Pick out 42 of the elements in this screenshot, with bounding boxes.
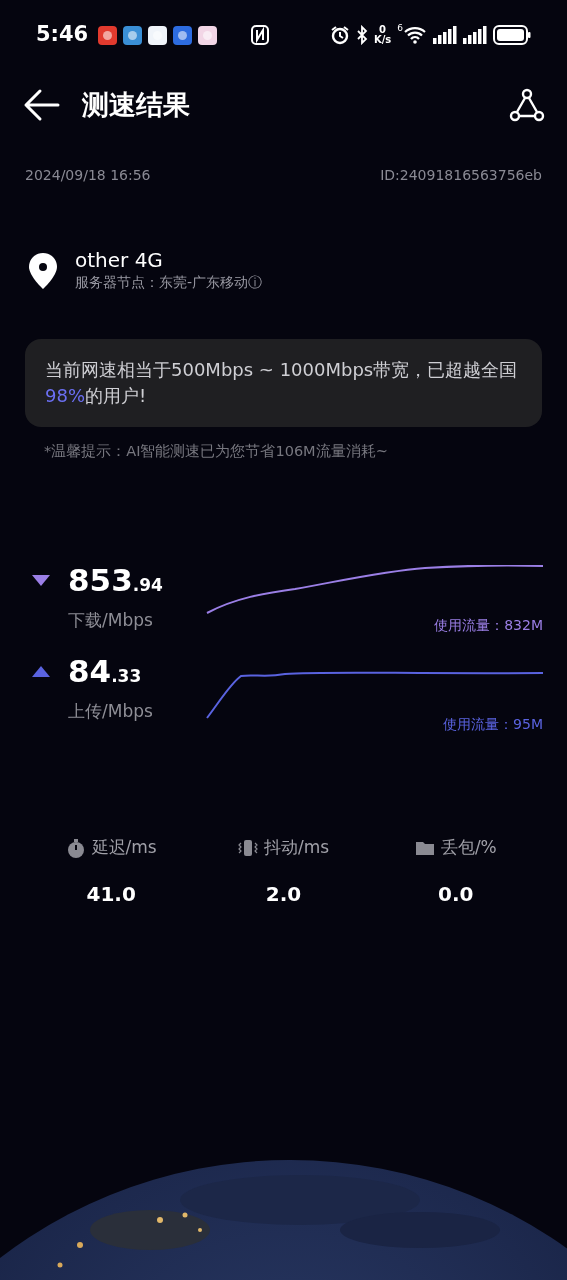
app-icon (98, 25, 118, 45)
down-triangle-icon (32, 574, 50, 586)
back-arrow-icon[interactable] (22, 88, 60, 122)
vibration-icon (237, 837, 258, 858)
signal-icon (433, 26, 457, 44)
app-icon (198, 25, 218, 45)
stat-value: 2.0 (264, 880, 303, 908)
speed-value: 853.94 (68, 564, 163, 596)
battery-icon (493, 25, 531, 45)
page-title: 测速结果 (82, 87, 190, 122)
test-date: 2024/09/18 16:56 (25, 166, 151, 185)
speed-unit: K/s (373, 35, 392, 45)
clock-time: 5:46 (36, 21, 89, 49)
app-icon (173, 25, 193, 45)
speed-unit: 上传/Mbps (68, 699, 154, 723)
server-node-label: 服务器节点：东莞-广东移动ⓘ (75, 273, 263, 292)
nfc-icon (251, 25, 270, 45)
stat-label: 丢包/% (440, 835, 497, 859)
share-icon[interactable] (509, 88, 545, 122)
test-id: ID:24091816563756eb (380, 166, 542, 185)
speed-value: 0 (379, 25, 387, 35)
data-usage: 使用流量：95M (443, 714, 543, 734)
wifi-icon (403, 26, 427, 44)
up-triangle-icon (32, 665, 50, 677)
wifi-standard-label: 6 (397, 22, 403, 35)
app-icon (123, 25, 143, 45)
alarm-icon (329, 25, 350, 45)
signal-icon (463, 26, 487, 44)
stat-value: 0.0 (437, 880, 475, 908)
tip-text: *温馨提示：AI智能测速已为您节省106M流量消耗~ (43, 442, 389, 462)
stat-value: 41.0 (85, 880, 137, 908)
data-usage: 使用流量：832M (434, 615, 543, 635)
stopwatch-icon (65, 837, 86, 858)
location-pin-icon (27, 251, 59, 290)
summary-text: 当前网速相当于500Mbps ~ 1000Mbps带宽，已超越全国 98%的用户! (25, 339, 542, 428)
stat-label: 延迟/ms (91, 835, 157, 859)
bluetooth-icon (355, 25, 368, 45)
app-icon (148, 25, 168, 45)
speed-unit: 下载/Mbps (68, 608, 154, 632)
stat-label: 抖动/ms (263, 835, 330, 859)
network-name: other 4G (75, 248, 164, 272)
speed-value: 84.33 (68, 655, 142, 687)
